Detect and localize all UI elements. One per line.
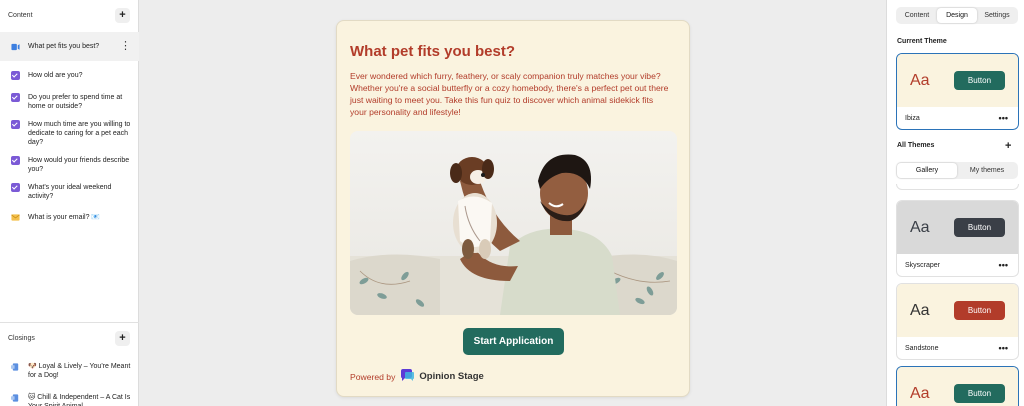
theme-swatch: Aa Button [897, 367, 1018, 406]
question-label: How old are you? [28, 72, 83, 79]
theme-swatch: Aa Button [897, 201, 1018, 254]
closing-icon [11, 362, 20, 371]
content-section-title: Content [8, 11, 33, 19]
closing-item[interactable]: 🐱 Chill & Independent – A Cat Is Your Sp… [0, 393, 139, 406]
closing-label: 🐱 Chill & Independent – A Cat Is Your Sp… [28, 394, 131, 406]
checkbox-icon [11, 156, 20, 165]
theme-more-icon[interactable]: ••• [999, 260, 1008, 270]
theme-more-icon[interactable]: ••• [999, 343, 1008, 353]
question-label: How would your friends describe you? [28, 157, 130, 173]
theme-footer: Ibiza ••• [897, 107, 1018, 129]
tab-settings[interactable]: Settings [977, 8, 1017, 23]
powered-by-text: Powered by [350, 371, 396, 382]
email-icon [11, 213, 20, 222]
theme-sample-text: Aa [910, 301, 930, 319]
cover-image [350, 131, 677, 315]
question-item-intro[interactable]: What pet fits you best? ⋮ [0, 32, 139, 61]
checkbox-icon [11, 120, 20, 129]
question-label: What's your ideal weekend activity? [28, 184, 112, 200]
theme-swatch: Aa Button [897, 284, 1018, 337]
intro-icon [11, 42, 20, 51]
theme-sample-button: Button [954, 71, 1005, 90]
quiz-preview-card: What pet fits you best? Ever wondered wh… [336, 20, 690, 397]
start-application-button[interactable]: Start Application [463, 328, 564, 355]
powered-by: Powered by Opinion Stage [350, 369, 484, 384]
segment-my-themes[interactable]: My themes [957, 163, 1017, 178]
quiz-title: What pet fits you best? [350, 43, 515, 60]
closing-icon [11, 393, 20, 402]
closings-section-title: Closings [8, 334, 35, 342]
theme-sample-button: Button [954, 384, 1005, 403]
theme-swatch: Aa Button [897, 54, 1018, 107]
theme-card-sandstone[interactable]: Aa Button Sandstone ••• [896, 283, 1019, 360]
question-more-icon[interactable]: ⋮ [120, 41, 131, 52]
all-themes-label: All Themes [897, 142, 935, 149]
question-label: Do you prefer to spend time at home or o… [28, 94, 123, 110]
question-item[interactable]: How old are you? [0, 71, 139, 80]
theme-sample-button: Button [954, 218, 1005, 237]
theme-card-partial [896, 184, 1019, 190]
closing-item[interactable]: 🐶 Loyal & Lively – You're Meant for a Do… [0, 362, 139, 380]
current-theme-label: Current Theme [897, 38, 947, 45]
question-item[interactable]: What's your ideal weekend activity? [0, 183, 139, 201]
question-label: What pet fits you best? [28, 43, 100, 50]
tab-content[interactable]: Content [897, 8, 937, 23]
theme-more-icon[interactable]: ••• [999, 113, 1008, 123]
theme-card-skyscraper[interactable]: Aa Button Skyscraper ••• [896, 200, 1019, 277]
panel-tabs: Content Design Settings [896, 7, 1018, 24]
theme-name: Skyscraper [905, 261, 941, 269]
design-panel: Content Design Settings Current Theme Aa… [886, 0, 1024, 406]
theme-sample-button: Button [954, 301, 1005, 320]
theme-sample-text: Aa [910, 218, 930, 236]
theme-footer: Skyscraper ••• [897, 254, 1018, 276]
checkbox-icon [11, 183, 20, 192]
add-closing-button[interactable]: + [115, 330, 130, 346]
question-item[interactable]: How would your friends describe you? [0, 156, 139, 174]
theme-card-ibiza-gallery[interactable]: Aa Button [896, 366, 1019, 406]
question-label: How much time are you willing to dedicat… [28, 121, 131, 146]
question-list: What pet fits you best? ⋮ How old are yo… [0, 32, 139, 222]
theme-sample-text: Aa [910, 71, 930, 89]
question-label: What is your email? 📧 [28, 214, 101, 221]
tab-design[interactable]: Design [937, 8, 977, 23]
content-sidebar: Content + What pet fits you best? ⋮ How … [0, 0, 139, 406]
checkbox-icon [11, 93, 20, 102]
add-theme-button[interactable]: + [1005, 140, 1011, 152]
theme-source-toggle: Gallery My themes [896, 162, 1018, 179]
theme-name: Ibiza [905, 114, 920, 122]
content-section-header: Content + [0, 0, 139, 30]
opinion-stage-logo-icon[interactable] [400, 369, 415, 384]
closing-label: 🐶 Loyal & Lively – You're Meant for a Do… [28, 363, 131, 379]
opinion-stage-brand[interactable]: Opinion Stage [419, 371, 483, 382]
add-question-button[interactable]: + [115, 7, 130, 23]
question-item[interactable]: What is your email? 📧 [0, 213, 139, 222]
question-item[interactable]: Do you prefer to spend time at home or o… [0, 93, 139, 111]
theme-sample-text: Aa [910, 384, 930, 402]
current-theme-card[interactable]: Aa Button Ibiza ••• [896, 53, 1019, 130]
question-item[interactable]: How much time are you willing to dedicat… [0, 120, 139, 147]
quiz-description: Ever wondered which furry, feathery, or … [350, 71, 669, 117]
closings-section-header: Closings + [0, 323, 139, 353]
checkbox-icon [11, 71, 20, 80]
segment-gallery[interactable]: Gallery [897, 163, 957, 178]
theme-name: Sandstone [905, 344, 939, 352]
theme-footer: Sandstone ••• [897, 337, 1018, 359]
